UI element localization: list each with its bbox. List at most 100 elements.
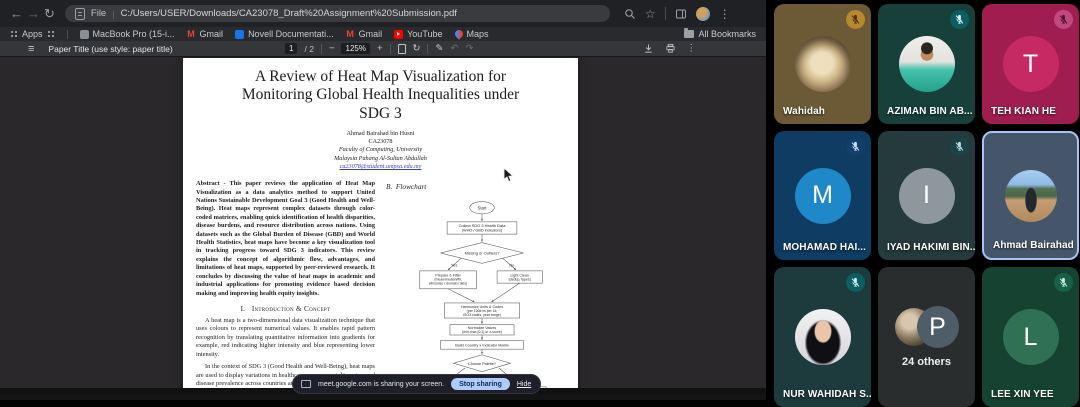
svg-text:Yes: Yes xyxy=(451,263,457,268)
participant-tile-mohamad[interactable]: M MOHAMAD HAI... xyxy=(774,131,871,260)
mic-muted-icon xyxy=(846,137,865,156)
undo-icon[interactable]: ↶ xyxy=(450,44,458,54)
svg-text:(min-max [0,1] or z-score): (min-max [0,1] or z-score) xyxy=(462,330,502,334)
author-email-link[interactable]: ca23078@student.umpsa.edu.my xyxy=(183,163,578,171)
bookmark-label: Gmail xyxy=(200,29,224,39)
pdf-viewport[interactable]: A Review of Heat Map Visualization for M… xyxy=(0,56,766,394)
svg-text:ISO3 codes, year range): ISO3 codes, year range) xyxy=(463,313,501,317)
stop-sharing-button[interactable]: Stop sharing xyxy=(451,378,510,390)
bookmark-item-youtube[interactable]: YouTube xyxy=(394,29,442,39)
mic-muted-icon xyxy=(846,273,865,292)
monitor-icon xyxy=(80,30,89,39)
page-number-input[interactable]: 1 xyxy=(285,43,297,54)
page-count-label: / 2 xyxy=(304,44,313,54)
participant-tile-nur-wahidah[interactable]: NUR WAHIDAH S... xyxy=(774,267,871,407)
bookmark-item-novell[interactable]: Novell Documentati... xyxy=(235,29,334,39)
apps-grid-icon xyxy=(47,30,55,38)
participant-tile-others[interactable]: P 24 others xyxy=(878,267,975,407)
all-bookmarks-label: All Bookmarks xyxy=(698,29,756,39)
bookmark-item-gmail[interactable]: M Gmail xyxy=(187,29,224,39)
participant-name: TEH KIAN HE xyxy=(991,106,1056,117)
participant-tile-iyad[interactable]: I IYAD HAKIMI BIN... xyxy=(878,131,975,260)
svg-text:Missing or Outliers?: Missing or Outliers? xyxy=(465,251,501,256)
screen-share-icon xyxy=(301,380,311,388)
print-icon[interactable] xyxy=(665,43,676,54)
author-name: Ahmad Bairahad bin Husni xyxy=(183,130,578,138)
mic-muted-icon xyxy=(950,10,969,29)
svg-text:(WHO / GBD indicators): (WHO / GBD indicators) xyxy=(462,229,503,233)
svg-text:Choose Palette?: Choose Palette? xyxy=(468,362,496,366)
file-icon xyxy=(75,8,85,20)
participant-tile-teh[interactable]: T TEH KIAN HE xyxy=(982,4,1079,124)
affiliation-line: Faculty of Computing, University xyxy=(183,146,578,154)
participant-tile-wahidah[interactable]: Wahidah xyxy=(774,4,871,124)
fit-page-icon[interactable] xyxy=(398,44,406,54)
zoom-in-icon[interactable]: + xyxy=(377,44,383,54)
participant-tile-aziman[interactable]: AZIMAN BIN AB... xyxy=(878,4,975,124)
participant-name: AZIMAN BIN AB... xyxy=(887,106,973,117)
pdf-document-title: Paper Title (use style: paper title) xyxy=(48,44,172,54)
zoom-out-icon[interactable]: − xyxy=(329,44,335,54)
apps-grid-icon xyxy=(10,30,18,38)
svg-text:Collect SDG 3 Health Data: Collect SDG 3 Health Data xyxy=(459,223,507,228)
participant-name: Ahmad Bairahad xyxy=(993,240,1074,251)
bookmark-label: MacBook Pro (15-i... xyxy=(93,29,175,39)
toolbar-divider xyxy=(428,44,429,54)
flowchart-heading: B. Flowchart xyxy=(386,182,565,191)
annotate-icon[interactable]: ✎ xyxy=(436,44,444,54)
bookmark-label: Maps xyxy=(467,29,489,39)
back-icon[interactable]: ← xyxy=(10,0,23,27)
download-icon[interactable] xyxy=(643,43,654,54)
affiliation-line: Malaysia Pahang Al-Sultan Abdullah xyxy=(183,155,578,163)
avatar-initial: L xyxy=(1003,309,1059,365)
document-page: A Review of Heat Map Visualization for M… xyxy=(183,58,578,394)
bookmarks-separator xyxy=(67,30,68,39)
svg-text:(dedup, types): (dedup, types) xyxy=(509,278,531,282)
pdf-menu-icon[interactable]: ≡ xyxy=(28,43,34,55)
apps-shortcut[interactable]: Apps xyxy=(10,29,55,39)
bookmark-item-maps[interactable]: Maps xyxy=(455,29,489,39)
section-heading: I.Introduction & Concept xyxy=(196,305,375,313)
mic-muted-icon xyxy=(1054,273,1073,292)
side-panel-icon[interactable] xyxy=(675,8,687,20)
address-bar[interactable]: File | C:/Users/USER/Downloads/CA23078_D… xyxy=(65,5,610,22)
bookmark-item-gmail-2[interactable]: M Gmail xyxy=(346,29,383,39)
section-title: Introduction & Concept xyxy=(252,305,331,313)
svg-text:Build Country x Indicator Matr: Build Country x Indicator Matrix xyxy=(455,343,509,347)
zoom-indicator-icon[interactable] xyxy=(624,8,636,20)
browser-menu-icon[interactable]: ⋮ xyxy=(719,7,731,21)
pdf-more-icon[interactable]: ⋮ xyxy=(687,44,697,54)
others-count-label: 24 others xyxy=(902,356,951,368)
profile-avatar[interactable] xyxy=(696,7,710,21)
url-divider: | xyxy=(112,9,114,19)
forward-icon[interactable]: → xyxy=(27,0,40,27)
reload-icon[interactable]: ↻ xyxy=(44,0,55,27)
author-id: CA23078 xyxy=(183,138,578,146)
participant-name: Wahidah xyxy=(783,106,825,117)
participant-name: MOHAMAD HAI... xyxy=(783,242,866,253)
shared-screen: ← → ↻ File | C:/Users/USER/Downloads/CA2… xyxy=(0,0,766,400)
all-bookmarks[interactable]: All Bookmarks xyxy=(684,29,756,39)
gmail-icon: M xyxy=(187,30,196,39)
hide-banner-link[interactable]: Hide xyxy=(517,381,531,388)
maps-pin-icon xyxy=(453,28,464,39)
rotate-icon[interactable]: ↻ xyxy=(413,44,421,54)
mouse-cursor xyxy=(503,168,514,183)
avatar xyxy=(795,309,851,365)
avatar-initial: M xyxy=(795,168,851,224)
toolbar-divider xyxy=(390,44,391,54)
participant-tile-ahmad[interactable]: Ahmad Bairahad xyxy=(982,131,1079,260)
redo-icon[interactable]: ↷ xyxy=(465,44,473,54)
abstract-text: Abstract - This paper reviews the applic… xyxy=(196,180,375,298)
mic-muted-icon xyxy=(1054,10,1073,29)
bookmark-star-icon[interactable]: ☆ xyxy=(645,8,656,20)
avatar xyxy=(795,36,851,92)
participant-tile-lee[interactable]: L LEE XIN YEE xyxy=(982,267,1079,407)
avatar xyxy=(899,36,955,92)
bookmark-item-macbook[interactable]: MacBook Pro (15-i... xyxy=(80,29,175,39)
svg-text:No: No xyxy=(509,263,515,268)
zoom-level[interactable]: 125% xyxy=(342,43,370,54)
bookmarks-bar: Apps MacBook Pro (15-i... M Gmail Novell… xyxy=(0,27,766,41)
share-banner-message: meet.google.com is sharing your screen. xyxy=(318,381,444,388)
group-avatar-initial: P xyxy=(917,306,959,348)
